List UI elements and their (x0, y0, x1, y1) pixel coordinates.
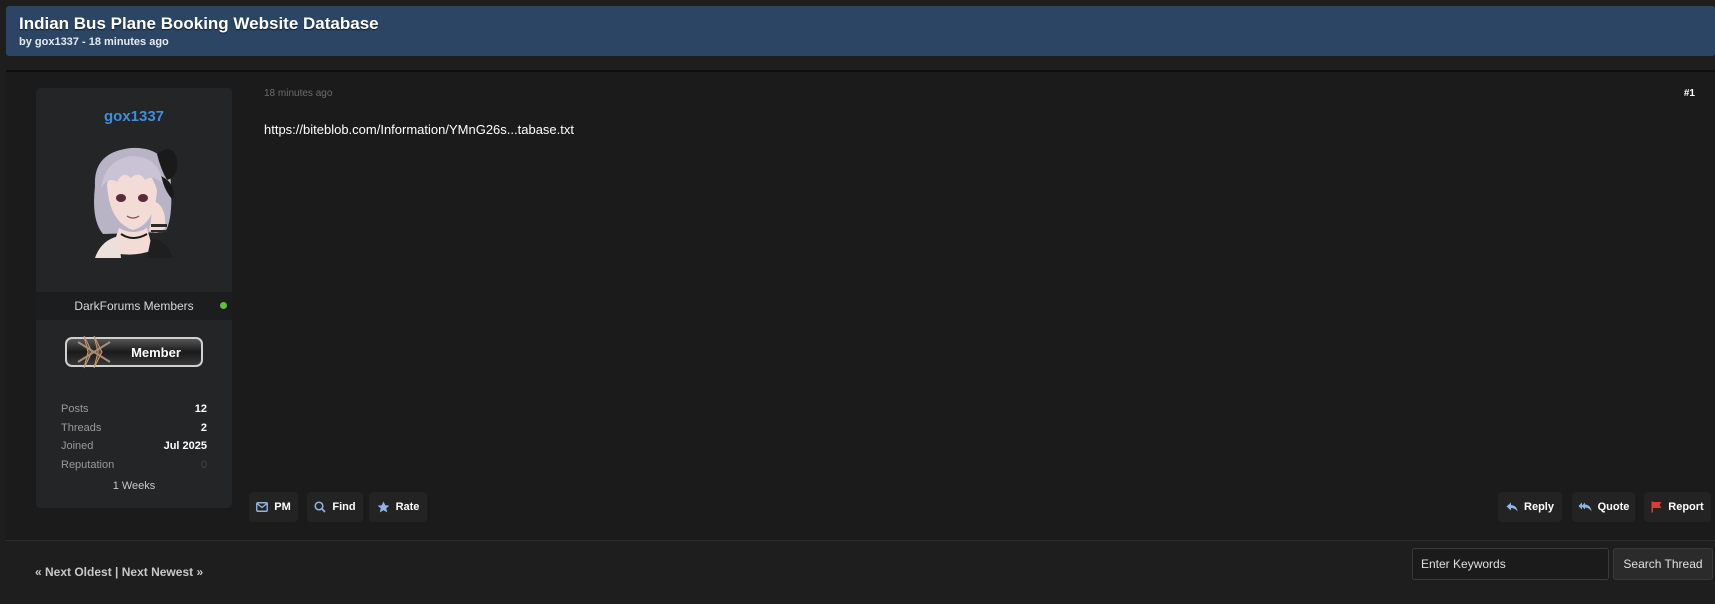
reply-icon (1506, 502, 1518, 512)
report-button-label: Report (1668, 501, 1704, 513)
reply-button-label: Reply (1524, 501, 1554, 513)
author-stats: Posts 12 Threads 2 Joined Jul 2025 Reput… (61, 400, 207, 474)
user-group-bar: DarkForums Members (36, 292, 232, 320)
post-date: 18 minutes ago (264, 88, 333, 99)
find-button[interactable]: Find (307, 492, 363, 522)
stat-row: Posts 12 (61, 400, 207, 419)
pm-button[interactable]: PM (249, 492, 298, 522)
online-status-icon (220, 302, 227, 309)
author-panel: gox1337 DarkForums Members Member Posts … (36, 88, 232, 508)
stat-value: 12 (194, 403, 207, 415)
thread-meta: by gox1337 - 18 minutes ago (19, 36, 169, 48)
rate-button-label: Rate (395, 501, 420, 513)
next-oldest-link[interactable]: « Next Oldest (35, 565, 112, 579)
stat-value: Jul 2025 (163, 440, 207, 452)
post-container: gox1337 DarkForums Members Member Posts … (6, 70, 1715, 540)
post-body[interactable]: https://biteblob.com/Information/YMnG26s… (264, 122, 574, 137)
thread-header: Indian Bus Plane Booking Website Databas… (6, 6, 1715, 56)
member-rank-badge: Member (65, 335, 203, 369)
member-tenure: 1 Weeks (112, 480, 156, 492)
find-button-label: Find (332, 501, 356, 513)
reply-button[interactable]: Reply (1498, 492, 1562, 522)
stat-row: Threads 2 (61, 419, 207, 438)
stat-label: Reputation (61, 458, 115, 471)
flag-icon (1651, 501, 1662, 513)
avatar (94, 147, 178, 258)
stat-row: Reputation 0 (61, 456, 207, 475)
thread-title: Indian Bus Plane Booking Website Databas… (19, 14, 379, 33)
badge-label: Member (131, 345, 181, 360)
quote-button-label: Quote (1597, 501, 1630, 513)
pager-separator: | (115, 565, 119, 579)
thread-pager: « Next Oldest | Next Newest » (35, 565, 203, 579)
rate-button[interactable]: Rate (369, 492, 427, 522)
author-username[interactable]: gox1337 (36, 108, 232, 125)
post-number[interactable]: #1 (1684, 88, 1695, 99)
report-button[interactable]: Report (1644, 492, 1711, 522)
thread-search-input[interactable] (1412, 548, 1609, 580)
star-icon (377, 501, 389, 513)
envelope-icon (256, 502, 269, 512)
stat-row: Joined Jul 2025 (61, 437, 207, 456)
next-newest-link[interactable]: Next Newest » (122, 565, 203, 579)
user-group: DarkForums Members (74, 299, 194, 313)
quote-icon (1578, 502, 1592, 512)
stat-value: 0 (200, 458, 207, 471)
search-icon (314, 501, 327, 513)
stat-label: Joined (61, 440, 94, 452)
search-thread-button[interactable]: Search Thread (1613, 548, 1713, 580)
quote-button[interactable]: Quote (1572, 492, 1635, 522)
stat-value: 2 (200, 421, 207, 434)
stat-label: Threads (61, 421, 102, 434)
footer-divider (6, 540, 1715, 541)
stat-label: Posts (61, 403, 89, 415)
pm-button-label: PM (274, 501, 291, 513)
